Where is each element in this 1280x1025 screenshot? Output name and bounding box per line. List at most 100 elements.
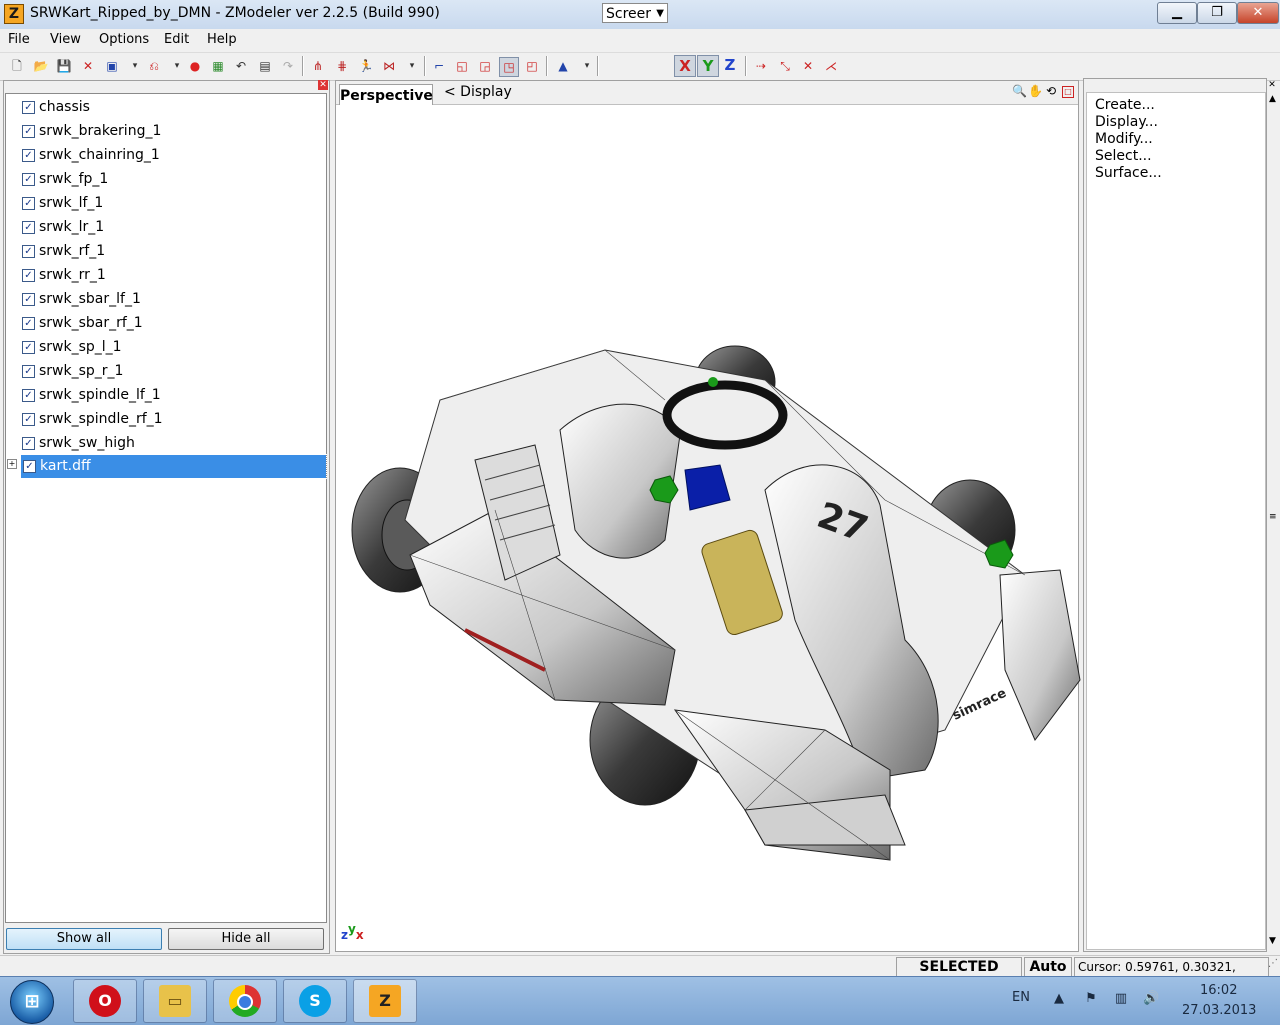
scroll-grip-icon[interactable]: ≡	[1269, 512, 1277, 522]
axis-x-toggle[interactable]: X	[674, 55, 696, 77]
clock-time[interactable]: 16:02	[1200, 983, 1237, 998]
tree-item-srwk-spindle-rf[interactable]: ✓ srwk_spindle_rf_1	[22, 409, 327, 429]
save-icon[interactable]: 💾	[55, 57, 73, 75]
move-icon[interactable]: ⇢	[752, 57, 770, 75]
taskbar-zmodeler[interactable]: Z	[353, 979, 417, 1023]
open-file-icon[interactable]: 📂	[32, 57, 50, 75]
face-mode-icon[interactable]: ◱	[453, 57, 471, 75]
select-mode-icon[interactable]: ⋈	[380, 57, 398, 75]
display-menu[interactable]: < Display	[444, 84, 512, 100]
close-icon[interactable]: ✕	[1267, 80, 1277, 90]
tree-item-srwk-sbar-lf[interactable]: ✓ srwk_sbar_lf_1	[22, 289, 327, 309]
status-selected-mode[interactable]: SELECTED MODE	[896, 957, 1022, 993]
checkbox[interactable]: ✓	[22, 437, 35, 450]
taskbar-opera[interactable]: O	[73, 979, 137, 1023]
zmodeler-app-icon[interactable]: Z	[4, 4, 24, 24]
tree-item-srwk-rf[interactable]: ✓ srwk_rf_1	[22, 241, 327, 261]
scroll-down-icon[interactable]: ▼	[1269, 936, 1276, 946]
checkbox[interactable]: ✓	[22, 341, 35, 354]
command-surface[interactable]: Surface...	[1095, 165, 1162, 181]
network-icon[interactable]: ▥	[1113, 991, 1129, 1007]
checkbox[interactable]: ✓	[22, 101, 35, 114]
rotate-view-icon[interactable]: ⟲	[1044, 84, 1058, 98]
taskbar-skype[interactable]: S	[283, 979, 347, 1023]
command-display[interactable]: Display...	[1095, 114, 1158, 130]
language-indicator[interactable]: EN	[1012, 990, 1030, 1005]
checkbox[interactable]: ✓	[22, 149, 35, 162]
select-edge-icon[interactable]: ⋕	[333, 57, 351, 75]
tree-item-srwk-lr[interactable]: ✓ srwk_lr_1	[22, 217, 327, 237]
pivot-dropdown-icon[interactable]: ▾	[578, 57, 596, 75]
vertical-scrollbar[interactable]: ▲ ≡ ▼	[1267, 94, 1280, 950]
rotate-icon[interactable]: ⤡	[776, 57, 794, 75]
checkbox[interactable]: ✓	[22, 389, 35, 402]
mirror-icon[interactable]: ⋌	[822, 57, 840, 75]
undo-icon[interactable]: ↶	[232, 57, 250, 75]
select-object-icon[interactable]: 🏃	[357, 57, 375, 75]
show-hidden-icons-icon[interactable]: ▲	[1051, 991, 1067, 1007]
hide-all-button[interactable]: Hide all	[168, 928, 324, 950]
minimize-button[interactable]: ▁	[1157, 2, 1197, 24]
checkbox[interactable]: ✓	[22, 413, 35, 426]
tree-item-srwk-rr[interactable]: ✓ srwk_rr_1	[22, 265, 327, 285]
undo-history-icon[interactable]: ⎌	[145, 57, 163, 75]
pivot-icon[interactable]: ▲	[554, 57, 572, 75]
select-vertex-icon[interactable]: ⋔	[309, 57, 327, 75]
coordinate-space-select[interactable]: Screer ▼	[602, 3, 668, 23]
import-dropdown-icon[interactable]: ▾	[126, 57, 144, 75]
command-modify[interactable]: Modify...	[1095, 131, 1153, 147]
tree-item-srwk-brakering[interactable]: ✓ srwk_brakering_1	[22, 121, 327, 141]
object-mode-icon[interactable]: ◳	[499, 57, 519, 77]
box-mode-icon[interactable]: ◲	[476, 57, 494, 75]
start-button[interactable]: ⊞	[10, 980, 54, 1024]
tree-item-srwk-sp-l[interactable]: ✓ srwk_sp_l_1	[22, 337, 327, 357]
tree-item-chassis[interactable]: ✓ chassis	[22, 97, 327, 117]
undo-dropdown-icon[interactable]: ▾	[168, 57, 186, 75]
show-all-button[interactable]: Show all	[6, 928, 162, 950]
scroll-up-icon[interactable]: ▲	[1269, 94, 1276, 104]
checkbox[interactable]: ✓	[22, 269, 35, 282]
checkbox[interactable]: ✓	[22, 221, 35, 234]
record-icon[interactable]: ●	[186, 57, 204, 75]
status-auto[interactable]: Auto	[1024, 957, 1072, 977]
menu-edit[interactable]: Edit	[164, 32, 189, 47]
maximize-viewport-icon[interactable]: □	[1062, 86, 1074, 98]
checkbox[interactable]: ✓	[22, 125, 35, 138]
tree-item-srwk-sw-high[interactable]: ✓ srwk_sw_high	[22, 433, 327, 453]
axis-z-toggle[interactable]: Z	[720, 55, 740, 75]
checkbox[interactable]: ✓	[22, 173, 35, 186]
taskbar-chrome[interactable]	[213, 979, 277, 1023]
checkbox[interactable]: ✓	[22, 197, 35, 210]
vertex-mode-icon[interactable]: ⌐	[430, 57, 448, 75]
close-button[interactable]: ✕	[1237, 2, 1279, 24]
clock-date[interactable]: 27.03.2013	[1182, 1003, 1256, 1018]
new-file-icon[interactable]: 🗋	[8, 57, 26, 75]
redo-icon[interactable]: ↷	[279, 57, 297, 75]
checkbox[interactable]: ✓	[22, 293, 35, 306]
tree-item-srwk-fp[interactable]: ✓ srwk_fp_1	[22, 169, 327, 189]
checkbox[interactable]: ✓	[22, 245, 35, 258]
tree-item-srwk-lf[interactable]: ✓ srwk_lf_1	[22, 193, 327, 213]
tree-item-srwk-sbar-rf[interactable]: ✓ srwk_sbar_rf_1	[22, 313, 327, 333]
command-select[interactable]: Select...	[1095, 148, 1152, 164]
menu-help[interactable]: Help	[207, 32, 237, 47]
texture-icon[interactable]: ▦	[209, 57, 227, 75]
tab-perspective[interactable]: Perspective	[339, 84, 433, 105]
checkbox[interactable]: ✓	[22, 317, 35, 330]
import-icon[interactable]: ▣	[103, 57, 121, 75]
checkbox[interactable]: ✓	[23, 460, 36, 473]
checkbox[interactable]: ✓	[22, 365, 35, 378]
maximize-button[interactable]: ❐	[1197, 2, 1237, 24]
tree-item-srwk-spindle-lf[interactable]: ✓ srwk_spindle_lf_1	[22, 385, 327, 405]
expand-icon[interactable]: +	[7, 459, 17, 469]
delete-icon[interactable]: ✕	[79, 57, 97, 75]
notes-icon[interactable]: ▤	[256, 57, 274, 75]
taskbar-explorer[interactable]: ▭	[143, 979, 207, 1023]
command-create[interactable]: Create...	[1095, 97, 1155, 113]
axis-y-toggle[interactable]: Y	[697, 55, 719, 77]
scale-icon[interactable]: ✕	[799, 57, 817, 75]
action-center-flag-icon[interactable]: ⚑	[1083, 991, 1099, 1007]
group-mode-icon[interactable]: ◰	[523, 57, 541, 75]
menu-options[interactable]: Options	[99, 32, 149, 47]
tree-item-kart-dff[interactable]: ✓ kart.dff	[20, 454, 327, 479]
